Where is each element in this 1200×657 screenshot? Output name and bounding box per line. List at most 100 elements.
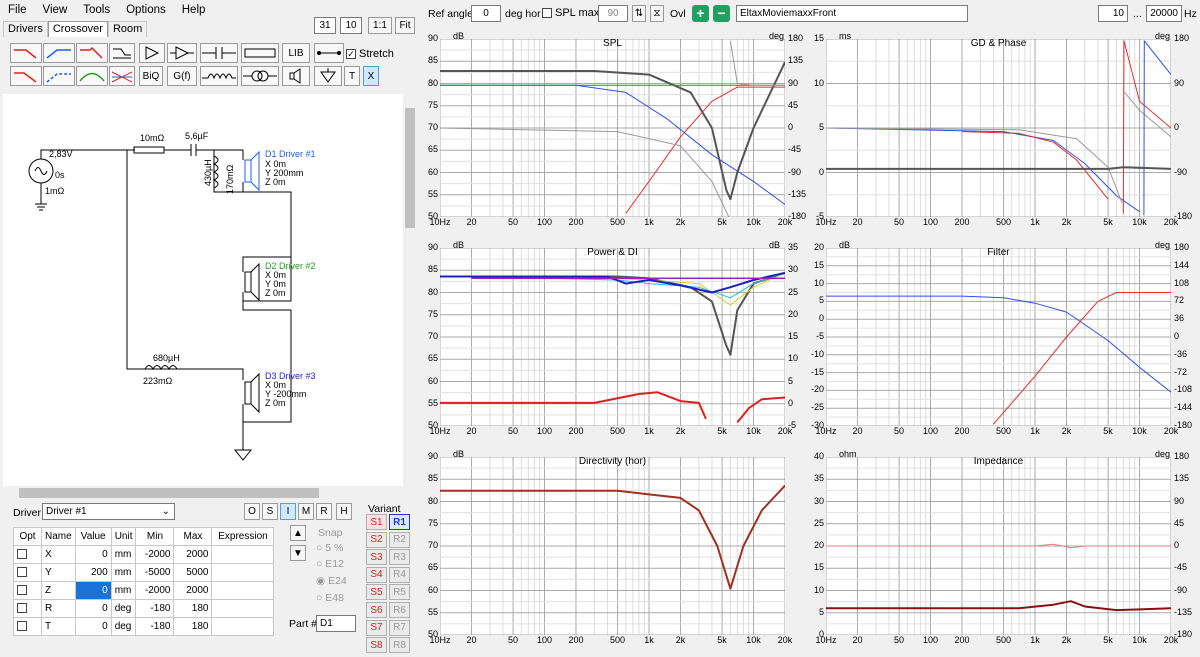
variant-s5[interactable]: S5 [366, 584, 387, 601]
graph-gd[interactable]: GD & Phase [826, 39, 1171, 217]
param-min[interactable]: -5000 [135, 563, 175, 582]
ground-icon[interactable] [314, 66, 342, 86]
snap-option-e24[interactable]: ◉ E24 [316, 575, 347, 587]
variant-r5[interactable]: R5 [389, 584, 410, 601]
notch-icon[interactable] [109, 66, 135, 86]
param-expression[interactable] [211, 617, 275, 636]
lowpass-3-icon[interactable] [10, 66, 42, 86]
param-value[interactable]: 0 [74, 581, 112, 600]
zoom-1to1-button[interactable]: 1:1 [368, 17, 392, 34]
param-value[interactable]: 0 [74, 599, 112, 618]
tab-crossover[interactable]: Crossover [47, 21, 108, 37]
variant-r8[interactable]: R8 [389, 637, 410, 654]
variant-s4[interactable]: S4 [366, 566, 387, 583]
schematic-vertical-scrollbar[interactable] [403, 94, 417, 486]
opt-checkbox[interactable] [17, 549, 27, 560]
table-row[interactable]: X 0 mm -2000 2000 [13, 545, 275, 564]
driver-select[interactable]: Driver #1 ⌄ [42, 503, 175, 520]
inductor-icon[interactable] [200, 66, 238, 86]
spl-max-spinner-icon[interactable]: ⇅ [632, 5, 646, 22]
freq-min-input[interactable]: 10 [1098, 5, 1128, 22]
tab-room[interactable]: Room [107, 21, 148, 37]
variant-s7[interactable]: S7 [366, 619, 387, 636]
menu-file[interactable]: File [0, 4, 35, 16]
spl-max-checkbox[interactable]: SPL max [542, 7, 599, 19]
highpass-1-icon[interactable] [43, 43, 75, 63]
opt-checkbox[interactable] [17, 621, 27, 632]
param-value[interactable]: 0 [74, 617, 112, 636]
zoom-value-2[interactable]: 10 [340, 17, 362, 34]
snap-option-e12[interactable]: ○ E12 [316, 558, 344, 570]
spl-max-reset-icon[interactable]: ⧖ [650, 5, 664, 22]
biquad-button[interactable]: BiQ [139, 66, 163, 86]
param-min[interactable]: -180 [135, 599, 175, 618]
param-max[interactable]: 2000 [173, 581, 213, 600]
variant-s3[interactable]: S3 [366, 549, 387, 566]
zoom-fit-button[interactable]: Fit [395, 17, 415, 34]
mode-h-button[interactable]: H [336, 503, 352, 520]
graph-filter[interactable]: Filter [826, 248, 1171, 426]
variant-r6[interactable]: R6 [389, 602, 410, 618]
library-button[interactable]: LIB [282, 43, 310, 63]
param-expression[interactable] [211, 563, 275, 582]
variant-r7[interactable]: R7 [389, 619, 410, 636]
opt-checkbox[interactable] [17, 603, 27, 614]
graph-power[interactable]: Power & DI [440, 248, 785, 426]
graph-spl[interactable]: SPL [440, 39, 785, 217]
x-button[interactable]: X [363, 66, 379, 86]
mode-r-button[interactable]: R [316, 503, 332, 520]
opt-checkbox[interactable] [17, 585, 27, 596]
move-up-icon[interactable]: ▲ [290, 525, 306, 541]
wire-icon[interactable] [314, 43, 344, 63]
schematic-horizontal-scrollbar[interactable] [3, 486, 417, 500]
buffer-icon[interactable] [167, 43, 197, 63]
spl-max-input[interactable]: 90 [598, 5, 628, 22]
freq-max-input[interactable]: 20000 [1146, 5, 1182, 22]
lowpass-1-icon[interactable] [10, 43, 42, 63]
opt-checkbox[interactable] [17, 567, 27, 578]
variant-r4[interactable]: R4 [389, 566, 410, 583]
stretch-checkbox[interactable]: ✓ Stretch [346, 48, 394, 60]
variant-s6[interactable]: S6 [366, 602, 387, 618]
add-overlay-icon[interactable]: + [692, 5, 709, 22]
param-expression[interactable] [211, 599, 275, 618]
project-name-input[interactable]: EltaxMoviemaxxFront [736, 5, 968, 22]
menu-help[interactable]: Help [174, 4, 214, 16]
table-row[interactable]: Y 200 mm -5000 5000 [13, 563, 275, 582]
variant-r1[interactable]: R1 [389, 514, 410, 530]
ref-angle-input[interactable]: 0 [471, 5, 501, 22]
schematic-canvas[interactable]: 2,83V 0s 1mΩ 10mΩ 5,6µF 430µH 170mΩ 680µ… [3, 94, 403, 486]
part-input[interactable]: D1 [316, 615, 356, 632]
mode-i-button[interactable]: I [280, 503, 296, 520]
mode-s-button[interactable]: S [262, 503, 278, 520]
bandpass-icon[interactable] [76, 66, 108, 86]
menu-view[interactable]: View [35, 4, 76, 16]
resistor-icon[interactable] [241, 43, 279, 63]
graph-imp[interactable]: Impedance [826, 457, 1171, 635]
table-row[interactable]: Z 0 mm -2000 2000 [13, 581, 275, 600]
t-button[interactable]: T [344, 66, 360, 86]
variant-r2[interactable]: R2 [389, 531, 410, 548]
param-max[interactable]: 180 [173, 617, 213, 636]
mode-m-button[interactable]: M [298, 503, 314, 520]
param-max[interactable]: 2000 [173, 545, 213, 564]
zoom-value-1[interactable]: 31 [314, 17, 336, 34]
menu-options[interactable]: Options [118, 4, 174, 16]
shelf-icon[interactable] [109, 43, 135, 63]
tab-drivers[interactable]: Drivers [3, 21, 48, 37]
variant-s1[interactable]: S1 [366, 514, 387, 530]
snap-option-5pct[interactable]: ○ 5 % [316, 542, 343, 554]
driver-icon[interactable] [282, 66, 310, 86]
remove-overlay-icon[interactable]: − [713, 5, 730, 22]
highpass-2-icon[interactable] [43, 66, 75, 86]
param-value[interactable]: 200 [74, 563, 112, 582]
mode-o-button[interactable]: O [244, 503, 260, 520]
param-min[interactable]: -2000 [135, 545, 175, 564]
gf-button[interactable]: G(f) [167, 66, 197, 86]
param-max[interactable]: 180 [173, 599, 213, 618]
param-value[interactable]: 0 [74, 545, 112, 564]
param-expression[interactable] [211, 581, 275, 600]
variant-s2[interactable]: S2 [366, 531, 387, 548]
param-max[interactable]: 5000 [173, 563, 213, 582]
variant-r3[interactable]: R3 [389, 549, 410, 566]
